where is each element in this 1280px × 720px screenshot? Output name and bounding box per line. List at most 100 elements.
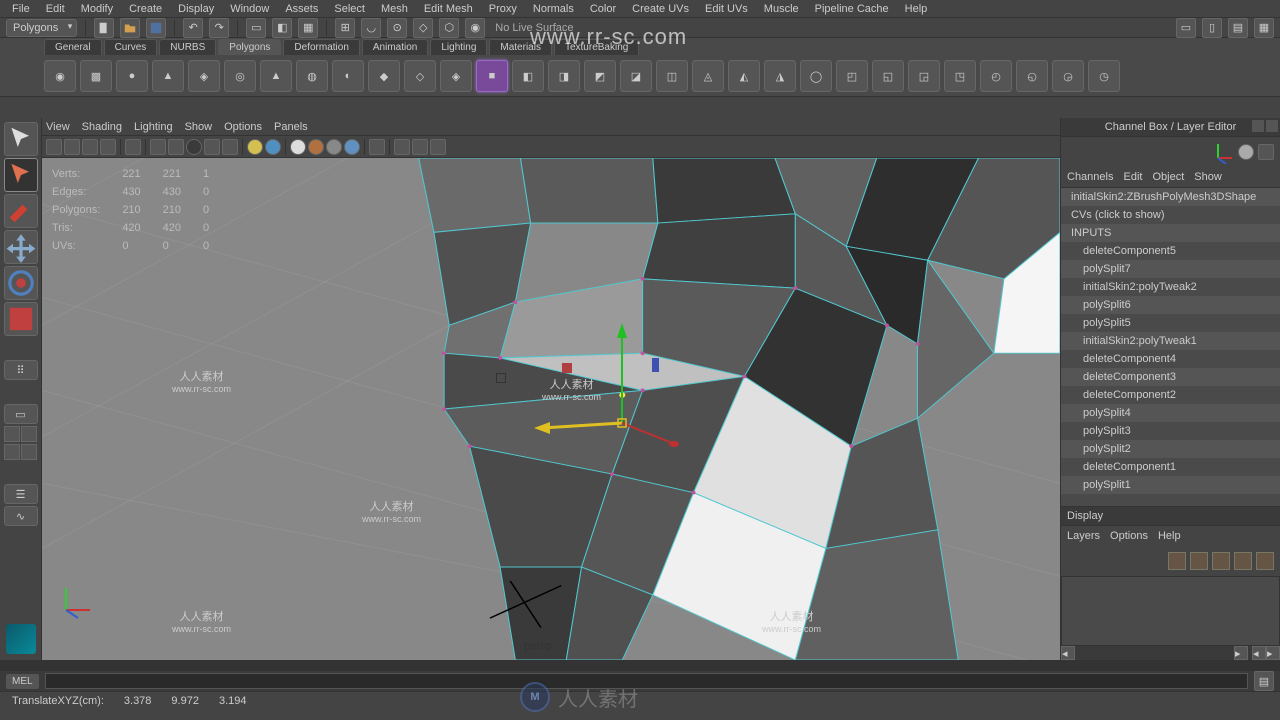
shelf-icon-4[interactable]: ◈ — [188, 60, 220, 92]
channel-menu-channels[interactable]: Channels — [1067, 171, 1113, 183]
vp-menu-show[interactable]: Show — [185, 121, 213, 133]
select-object-icon[interactable]: ◧ — [272, 18, 292, 38]
shelf-icon-27[interactable]: ◵ — [1016, 60, 1048, 92]
input-node-initialSkin2:polyTweak2[interactable]: initialSkin2:polyTweak2 — [1061, 278, 1280, 296]
vp-menu-view[interactable]: View — [46, 121, 70, 133]
shelf-icon-29[interactable]: ◷ — [1088, 60, 1120, 92]
script-lang-label[interactable]: MEL — [6, 674, 39, 689]
vp-light-default-icon[interactable] — [247, 139, 263, 155]
soft-select-icon[interactable]: ⠿ — [4, 360, 38, 380]
shelf-icon-14[interactable]: ◨ — [548, 60, 580, 92]
vp-isolate-icon[interactable] — [290, 139, 306, 155]
undo-icon[interactable]: ↶ — [183, 18, 203, 38]
shelf-icon-0[interactable]: ◉ — [44, 60, 76, 92]
move-manipulator[interactable] — [532, 313, 712, 476]
vp-resolution-gate-icon[interactable] — [394, 139, 410, 155]
select-hierarchy-icon[interactable]: ▭ — [246, 18, 266, 38]
input-node-deleteComponent2[interactable]: deleteComponent2 — [1061, 386, 1280, 404]
channel-menu-object[interactable]: Object — [1152, 171, 1184, 183]
input-node-initialSkin2:polyTweak1[interactable]: initialSkin2:polyTweak1 — [1061, 332, 1280, 350]
paint-select-tool[interactable] — [4, 194, 38, 228]
make-live-icon[interactable]: ◉ — [465, 18, 485, 38]
shelf-icon-16[interactable]: ◪ — [620, 60, 652, 92]
input-node-deleteComponent3[interactable]: deleteComponent3 — [1061, 368, 1280, 386]
shelf-icon-13[interactable]: ◧ — [512, 60, 544, 92]
graph-editor-icon[interactable]: ∿ — [4, 506, 38, 526]
shelf-tab-general[interactable]: General — [44, 39, 102, 55]
menu-muscle[interactable]: Muscle — [756, 3, 807, 15]
shelf-icon-26[interactable]: ◴ — [980, 60, 1012, 92]
layout-two-v-icon[interactable] — [4, 444, 20, 460]
vp-xray-joints-icon[interactable] — [326, 139, 342, 155]
shelf-icon-7[interactable]: ◍ — [296, 60, 328, 92]
vp-render-icon[interactable] — [369, 139, 385, 155]
menu-assets[interactable]: Assets — [277, 3, 326, 15]
shelf-tab-lighting[interactable]: Lighting — [430, 39, 487, 55]
input-node-deleteComponent1[interactable]: deleteComponent1 — [1061, 458, 1280, 476]
menu-file[interactable]: File — [4, 3, 38, 15]
rotate-tool[interactable] — [4, 266, 38, 300]
menu-proxy[interactable]: Proxy — [481, 3, 525, 15]
new-scene-icon[interactable] — [94, 18, 114, 38]
shelf-icon-3[interactable]: ▲ — [152, 60, 184, 92]
layout-single-icon[interactable]: ▭ — [4, 404, 38, 424]
outliner-icon[interactable]: ☰ — [4, 484, 38, 504]
shelf-icon-11[interactable]: ◈ — [440, 60, 472, 92]
menu-normals[interactable]: Normals — [525, 3, 582, 15]
input-node-deleteComponent5[interactable]: deleteComponent5 — [1061, 242, 1280, 260]
vp-bookmark-icon[interactable] — [82, 139, 98, 155]
vp-menu-shading[interactable]: Shading — [82, 121, 122, 133]
vp-menu-panels[interactable]: Panels — [274, 121, 308, 133]
menu-pipeline-cache[interactable]: Pipeline Cache — [807, 3, 897, 15]
channel-settings-icon[interactable] — [1258, 144, 1274, 160]
select-component-icon[interactable]: ▦ — [298, 18, 318, 38]
shelf-icon-18[interactable]: ◬ — [692, 60, 724, 92]
move-tool[interactable] — [4, 230, 38, 264]
shelf-icon-21[interactable]: ◯ — [800, 60, 832, 92]
scroll-right-icon[interactable]: ▸ — [1234, 646, 1248, 660]
script-editor-icon[interactable]: ▤ — [1254, 671, 1274, 691]
shelf-icon-23[interactable]: ◱ — [872, 60, 904, 92]
snap-curve-icon[interactable]: ◡ — [361, 18, 381, 38]
shelf-icon-19[interactable]: ◭ — [728, 60, 760, 92]
menu-mesh[interactable]: Mesh — [373, 3, 416, 15]
panel-close-icon[interactable] — [1252, 120, 1264, 132]
menu-display[interactable]: Display — [170, 3, 222, 15]
vp-menu-lighting[interactable]: Lighting — [134, 121, 173, 133]
scroll-right-icon-2[interactable]: ▸ — [1266, 646, 1280, 660]
input-node-polySplit1[interactable]: polySplit1 — [1061, 476, 1280, 494]
layout-icon-1[interactable]: ▭ — [1176, 18, 1196, 38]
display-tab[interactable]: Display — [1067, 510, 1103, 522]
input-node-polySplit5[interactable]: polySplit5 — [1061, 314, 1280, 332]
shelf-icon-10[interactable]: ◇ — [404, 60, 436, 92]
shelf-icon-6[interactable]: ▲ — [260, 60, 292, 92]
layer-icon-4[interactable] — [1234, 552, 1252, 570]
shape-name[interactable]: initialSkin2:ZBrushPolyMesh3DShape — [1061, 188, 1280, 206]
mode-dropdown[interactable]: Polygons — [6, 19, 77, 37]
vp-textured-icon[interactable] — [222, 139, 238, 155]
shelf-tab-polygons[interactable]: Polygons — [218, 39, 281, 55]
menu-create[interactable]: Create — [121, 3, 170, 15]
layer-icon-1[interactable] — [1168, 552, 1186, 570]
layout-icon-3[interactable]: ▤ — [1228, 18, 1248, 38]
snap-grid-icon[interactable]: ⊞ — [335, 18, 355, 38]
channel-menu-edit[interactable]: Edit — [1123, 171, 1142, 183]
command-input[interactable] — [45, 673, 1248, 689]
shelf-icon-28[interactable]: ◶ — [1052, 60, 1084, 92]
layer-icon-3[interactable] — [1212, 552, 1230, 570]
viewport-3d[interactable]: Verts:2212211Edges:4304300Polygons:21021… — [42, 158, 1060, 660]
layer-icon-2[interactable] — [1190, 552, 1208, 570]
redo-icon[interactable]: ↷ — [209, 18, 229, 38]
scroll-left-icon[interactable]: ◂ — [1061, 646, 1075, 660]
scale-tool[interactable] — [4, 302, 38, 336]
save-scene-icon[interactable] — [146, 18, 166, 38]
channel-speed-icon[interactable] — [1238, 144, 1254, 160]
layout-two-h-icon[interactable] — [21, 426, 37, 442]
vp-light-all-icon[interactable] — [265, 139, 281, 155]
shelf-tab-nurbs[interactable]: NURBS — [159, 39, 216, 55]
input-node-polySplit2[interactable]: polySplit2 — [1061, 440, 1280, 458]
vp-shadows-icon[interactable] — [204, 139, 220, 155]
time-slider[interactable] — [0, 660, 1280, 670]
shelf-icon-20[interactable]: ◮ — [764, 60, 796, 92]
panel-undock-icon[interactable] — [1266, 120, 1278, 132]
